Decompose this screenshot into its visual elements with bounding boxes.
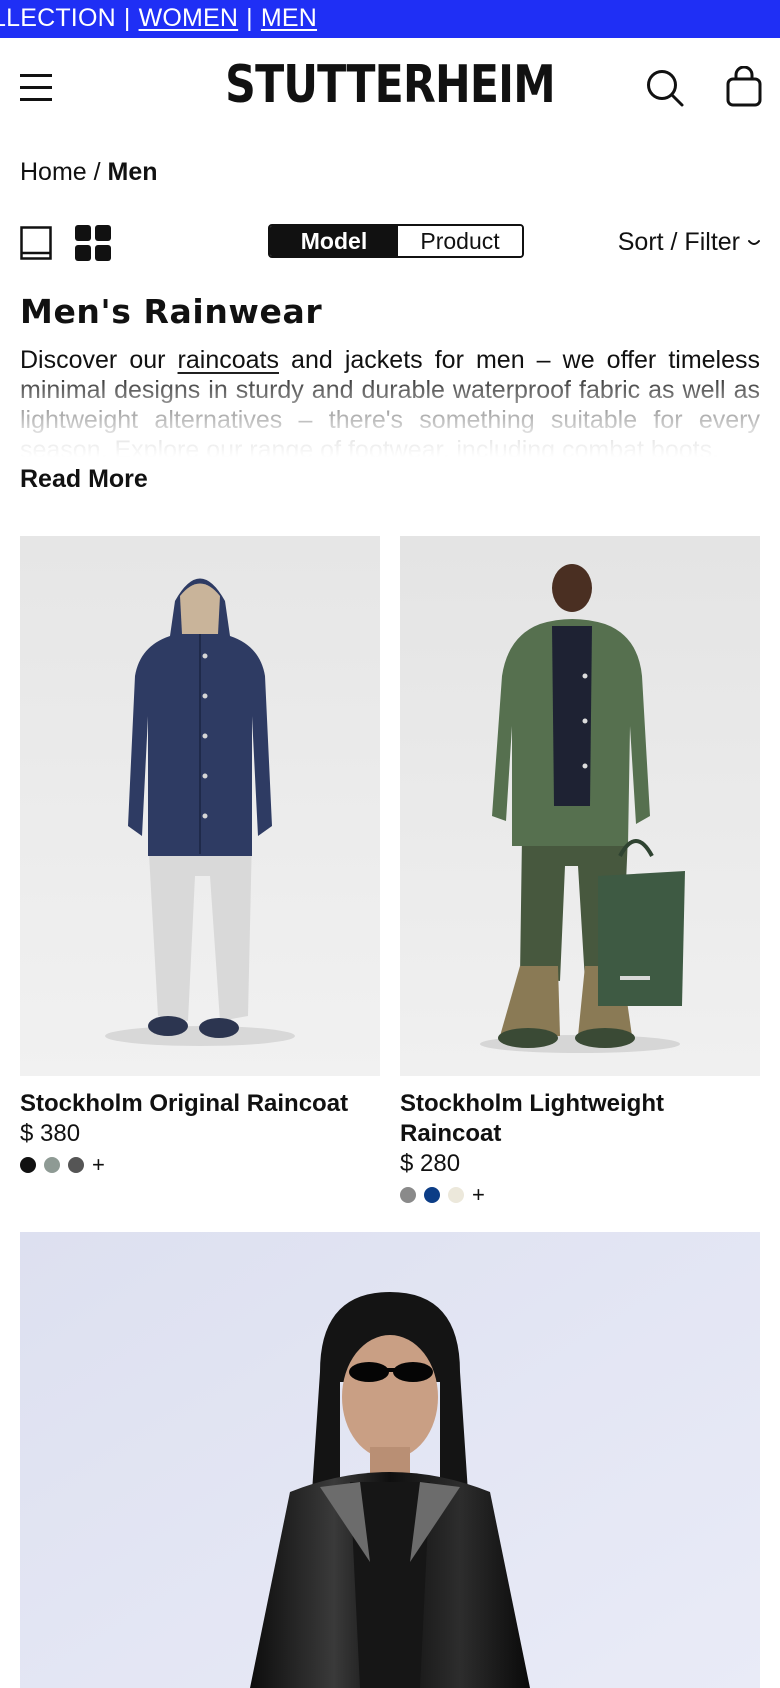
- single-column-view-icon[interactable]: [20, 226, 52, 260]
- product-name[interactable]: Stockholm Original Raincoat: [20, 1089, 380, 1119]
- sort-filter-label: Sort / Filter: [617, 228, 740, 256]
- color-swatches: +: [20, 1154, 105, 1176]
- promo-separator: |: [246, 4, 253, 32]
- promo-text: LLECTION | WOMEN | MEN: [0, 2, 317, 34]
- toggle-model[interactable]: Model: [270, 226, 398, 256]
- promo-link-men[interactable]: MEN: [261, 4, 317, 32]
- site-header: STUTTERHEIM: [0, 38, 780, 138]
- read-more-button[interactable]: Read More: [20, 463, 148, 495]
- chevron-down-icon: [748, 240, 760, 246]
- color-swatch[interactable]: [424, 1187, 440, 1203]
- intro-text-before: Discover our: [20, 346, 178, 374]
- listing-controls: Model Product Sort / Filter: [0, 220, 780, 264]
- page-title: Men's Rainwear: [20, 292, 323, 331]
- breadcrumb: Home / Men: [20, 156, 158, 188]
- product-card[interactable]: [20, 1232, 760, 1688]
- color-swatches: +: [400, 1184, 485, 1206]
- hamburger-menu-icon[interactable]: [20, 74, 52, 102]
- brand-logo[interactable]: STUTTERHEIM: [70, 55, 710, 115]
- product-image[interactable]: [20, 536, 380, 1076]
- product-image[interactable]: [400, 536, 760, 1076]
- product-card[interactable]: Stockholm Original Raincoat $ 380 +: [20, 536, 380, 1176]
- more-colors-button[interactable]: +: [92, 1154, 105, 1176]
- model-product-toggle: Model Product: [268, 224, 524, 258]
- promo-link-women[interactable]: WOMEN: [139, 4, 239, 32]
- toggle-product[interactable]: Product: [398, 226, 522, 256]
- promo-bar: LLECTION | WOMEN | MEN: [0, 0, 780, 38]
- breadcrumb-separator: /: [93, 158, 101, 186]
- product-price: $ 280: [400, 1150, 461, 1177]
- breadcrumb-current: Men: [107, 158, 158, 186]
- promo-separator: |: [123, 4, 131, 32]
- color-swatch[interactable]: [68, 1157, 84, 1173]
- promo-prefix: LLECTION: [0, 4, 116, 32]
- category-description: Discover our raincoats and jackets for m…: [20, 345, 760, 457]
- color-swatch[interactable]: [400, 1187, 416, 1203]
- shopping-bag-icon[interactable]: [724, 65, 764, 108]
- color-swatch[interactable]: [44, 1157, 60, 1173]
- more-colors-button[interactable]: +: [472, 1184, 485, 1206]
- raincoats-link[interactable]: raincoats: [178, 346, 279, 374]
- product-card[interactable]: Stockholm Lightweight Raincoat $ 280 +: [400, 536, 760, 1206]
- product-image[interactable]: [20, 1232, 760, 1688]
- product-price: $ 380: [20, 1120, 81, 1147]
- breadcrumb-home[interactable]: Home: [20, 158, 87, 186]
- color-swatch[interactable]: [20, 1157, 36, 1173]
- search-icon[interactable]: [645, 68, 685, 108]
- sort-filter-button[interactable]: Sort / Filter: [618, 226, 760, 258]
- grid-view-icon[interactable]: [75, 225, 111, 261]
- color-swatch[interactable]: [448, 1187, 464, 1203]
- product-name[interactable]: Stockholm Lightweight Raincoat: [400, 1089, 760, 1149]
